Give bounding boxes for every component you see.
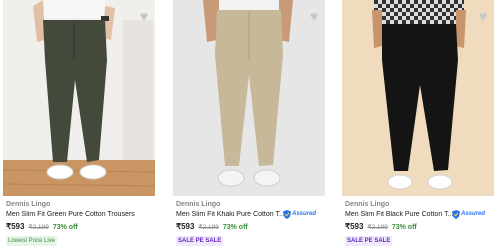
product-image-green-trousers — [3, 0, 155, 196]
price-row: ₹593 ₹2,199 73% off — [345, 222, 417, 231]
price-row: ₹593 ₹2,199 73% off — [176, 222, 248, 231]
product-card[interactable]: ♥ Dennis Lingo Men Slim Fit Green Pure C… — [3, 0, 155, 249]
product-image-black-trousers — [342, 0, 494, 196]
product-image[interactable] — [173, 0, 325, 196]
assured-label: Assured — [292, 211, 317, 217]
wishlist-heart-icon[interactable]: ♥ — [476, 9, 490, 23]
assured-shield-icon — [283, 209, 291, 219]
product-discount: 73% off — [391, 224, 417, 231]
product-image-khaki-trousers — [173, 0, 325, 196]
offer-tag: SALE PE SALE — [176, 236, 224, 246]
product-brand: Dennis Lingo — [176, 201, 221, 208]
assured-shield-icon — [452, 209, 460, 219]
product-brand: Dennis Lingo — [6, 201, 51, 208]
product-card[interactable]: ♥ Dennis Lingo Men Slim Fit Black Pure C… — [342, 0, 494, 249]
product-discount: 73% off — [52, 224, 78, 231]
product-mrp: ₹2,199 — [28, 224, 49, 231]
product-price: ₹593 — [345, 222, 364, 231]
product-card[interactable]: ♥ Dennis Lingo Men Slim Fit Khaki Pure C… — [173, 0, 325, 249]
offer-tag: SALE PE SALE — [345, 236, 393, 246]
assured-badge: Assured — [283, 209, 316, 219]
offer-tag: Lowest Price Live — [6, 236, 58, 246]
product-mrp: ₹2,199 — [367, 224, 388, 231]
product-image[interactable] — [342, 0, 494, 196]
product-price: ₹593 — [176, 222, 195, 231]
product-mrp: ₹2,199 — [198, 224, 219, 231]
wishlist-heart-icon[interactable]: ♥ — [307, 9, 321, 23]
assured-badge: Assured — [452, 209, 485, 219]
product-title[interactable]: Men Slim Fit Green Pure Cotton Trousers — [6, 211, 154, 218]
product-grid: ♥ Dennis Lingo Men Slim Fit Green Pure C… — [0, 0, 500, 249]
product-discount: 73% off — [222, 224, 248, 231]
wishlist-heart-icon[interactable]: ♥ — [137, 9, 151, 23]
price-row: ₹593 ₹2,199 73% off — [6, 222, 78, 231]
assured-label: Assured — [461, 211, 486, 217]
product-brand: Dennis Lingo — [345, 201, 390, 208]
product-image[interactable] — [3, 0, 155, 196]
product-price: ₹593 — [6, 222, 25, 231]
